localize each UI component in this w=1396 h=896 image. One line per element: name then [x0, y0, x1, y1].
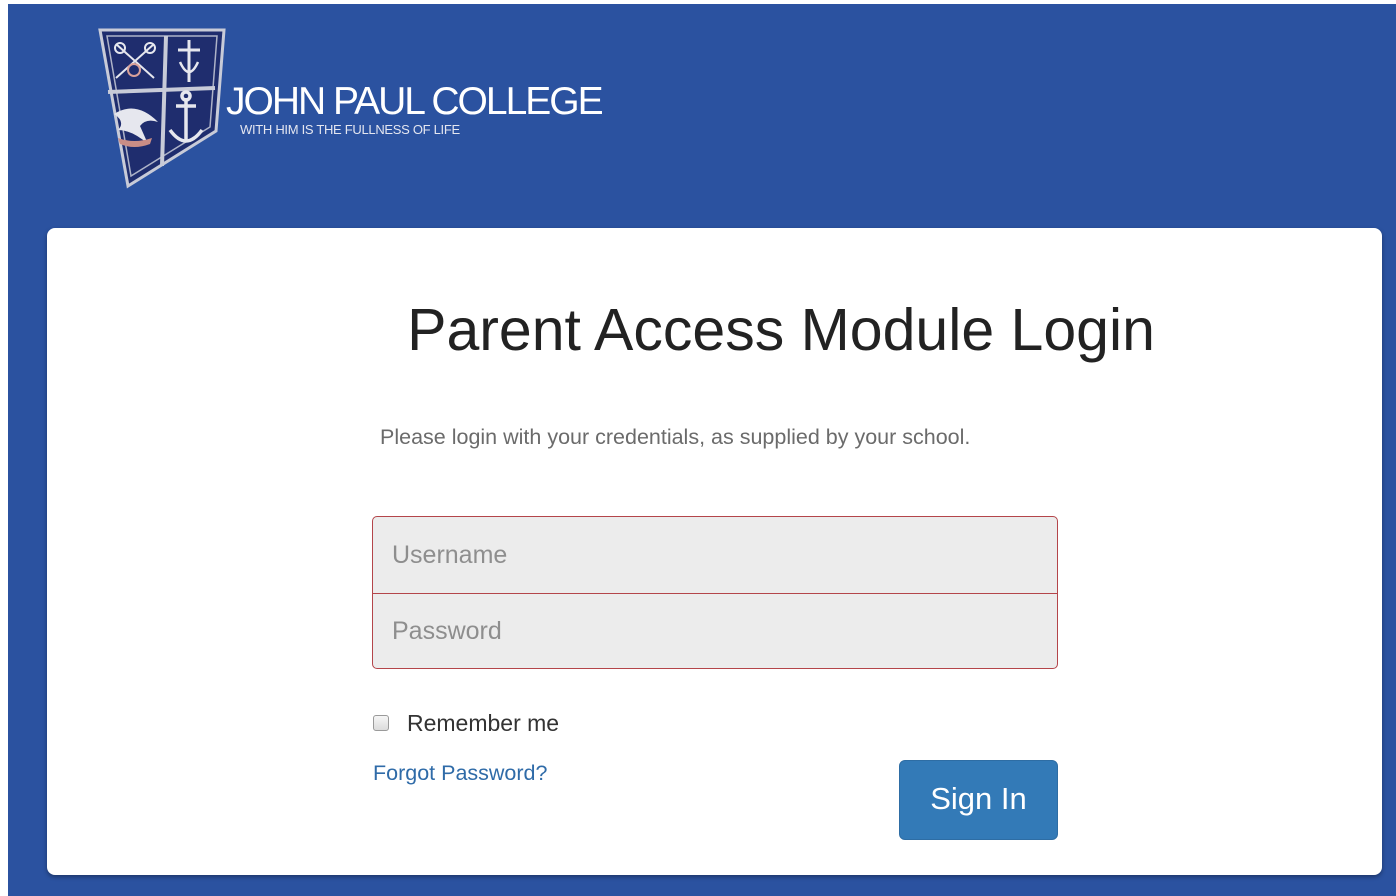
forgot-password-link[interactable]: Forgot Password? — [373, 761, 547, 786]
page-header: JOHN PAUL COLLEGE WITH HIM IS THE FULLNE… — [8, 4, 1396, 224]
window-left-edge — [0, 0, 8, 896]
login-instructions: Please login with your credentials, as s… — [380, 425, 971, 449]
remember-me-row[interactable]: Remember me — [372, 709, 559, 737]
password-input[interactable] — [372, 593, 1058, 669]
credentials-input-group — [372, 516, 1058, 670]
school-logo: JOHN PAUL COLLEGE WITH HIM IS THE FULLNE… — [96, 26, 616, 191]
school-name-text: JOHN PAUL COLLEGE — [226, 80, 603, 123]
remember-me-checkbox[interactable] — [373, 715, 389, 731]
remember-me-label[interactable]: Remember me — [407, 710, 559, 737]
login-card: Parent Access Module Login Please login … — [47, 228, 1382, 875]
school-crest-icon: JOHN PAUL COLLEGE WITH HIM IS THE FULLNE… — [98, 28, 605, 189]
school-motto-text: WITH HIM IS THE FULLNESS OF LIFE — [240, 122, 460, 137]
username-input[interactable] — [372, 516, 1058, 594]
sign-in-button[interactable]: Sign In — [899, 760, 1058, 840]
page-title: Parent Access Module Login — [407, 297, 1155, 363]
